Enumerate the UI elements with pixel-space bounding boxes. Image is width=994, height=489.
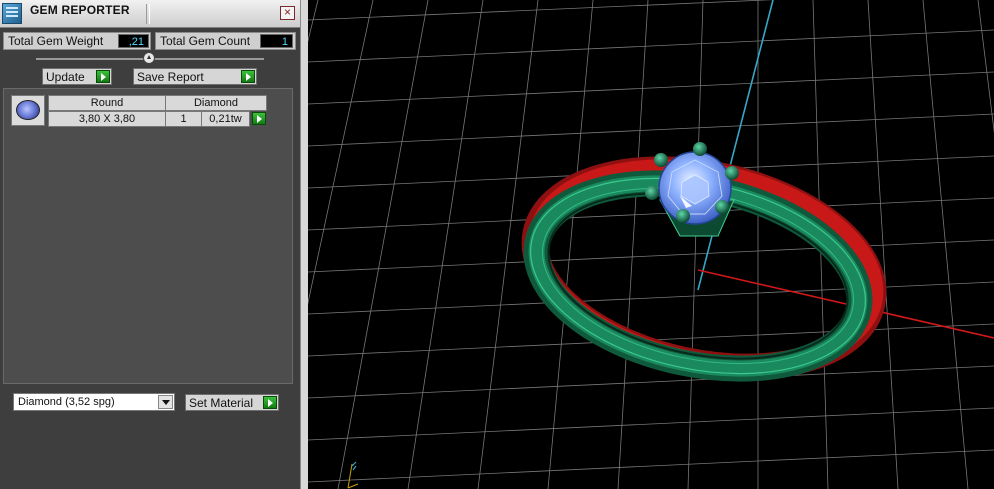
update-button[interactable]: Update bbox=[42, 68, 112, 85]
green-arrow-icon bbox=[96, 70, 110, 83]
prong bbox=[725, 166, 739, 180]
prong bbox=[715, 200, 729, 214]
title-bar[interactable]: GEM REPORTER × bbox=[0, 0, 300, 28]
total-gem-weight-label: Total Gem Weight bbox=[8, 34, 104, 48]
gem-setting bbox=[645, 142, 739, 237]
set-material-button[interactable]: Set Material bbox=[185, 394, 279, 411]
gem-thumbnail[interactable] bbox=[11, 95, 45, 126]
save-report-button[interactable]: Save Report bbox=[133, 68, 257, 85]
round-gem-icon bbox=[16, 100, 40, 120]
prong bbox=[654, 153, 668, 167]
green-arrow-icon[interactable] bbox=[252, 112, 266, 125]
title-separator bbox=[146, 4, 150, 24]
prong bbox=[693, 142, 707, 156]
total-gem-weight-value: ,21 bbox=[118, 34, 149, 48]
window-title: GEM REPORTER bbox=[30, 3, 130, 17]
gem-list: Round Diamond 3,80 X 3,80 1 0,21tw bbox=[3, 88, 293, 384]
gem-size-cell: 3,80 X 3,80 bbox=[48, 111, 166, 127]
save-report-button-label: Save Report bbox=[137, 70, 204, 84]
prong bbox=[676, 209, 690, 223]
axis-orientation-icon bbox=[347, 461, 359, 489]
total-gem-count-value: 1 bbox=[260, 34, 293, 48]
total-gem-count-label: Total Gem Count bbox=[160, 34, 251, 48]
gem-material-cell: Diamond bbox=[165, 95, 267, 111]
perspective-grid bbox=[308, 0, 994, 489]
set-material-button-label: Set Material bbox=[189, 396, 254, 410]
prong bbox=[645, 186, 659, 200]
green-arrow-icon bbox=[241, 70, 255, 83]
gem-weight-cell: 0,21tw bbox=[201, 111, 250, 127]
material-dropdown[interactable]: Diamond (3,52 spg) bbox=[13, 393, 175, 411]
panel-splitter[interactable] bbox=[300, 0, 308, 489]
gem-reporter-panel: GEM REPORTER × Total Gem Weight ,21 Tota… bbox=[0, 0, 300, 489]
gem-count-cell: 1 bbox=[165, 111, 202, 127]
gem-shape-cell: Round bbox=[48, 95, 166, 111]
total-gem-weight: Total Gem Weight ,21 bbox=[3, 32, 151, 50]
viewport-scene bbox=[308, 0, 994, 489]
chevron-down-icon[interactable] bbox=[158, 395, 173, 409]
total-gem-count: Total Gem Count 1 bbox=[155, 32, 296, 50]
update-button-label: Update bbox=[46, 70, 85, 84]
green-arrow-icon bbox=[263, 396, 277, 409]
gem-reporter-app-icon bbox=[2, 3, 22, 24]
material-dropdown-value: Diamond (3,52 spg) bbox=[18, 396, 115, 408]
close-icon[interactable]: × bbox=[280, 6, 295, 20]
slider-handle[interactable] bbox=[143, 52, 155, 64]
3d-viewport[interactable] bbox=[308, 0, 994, 489]
